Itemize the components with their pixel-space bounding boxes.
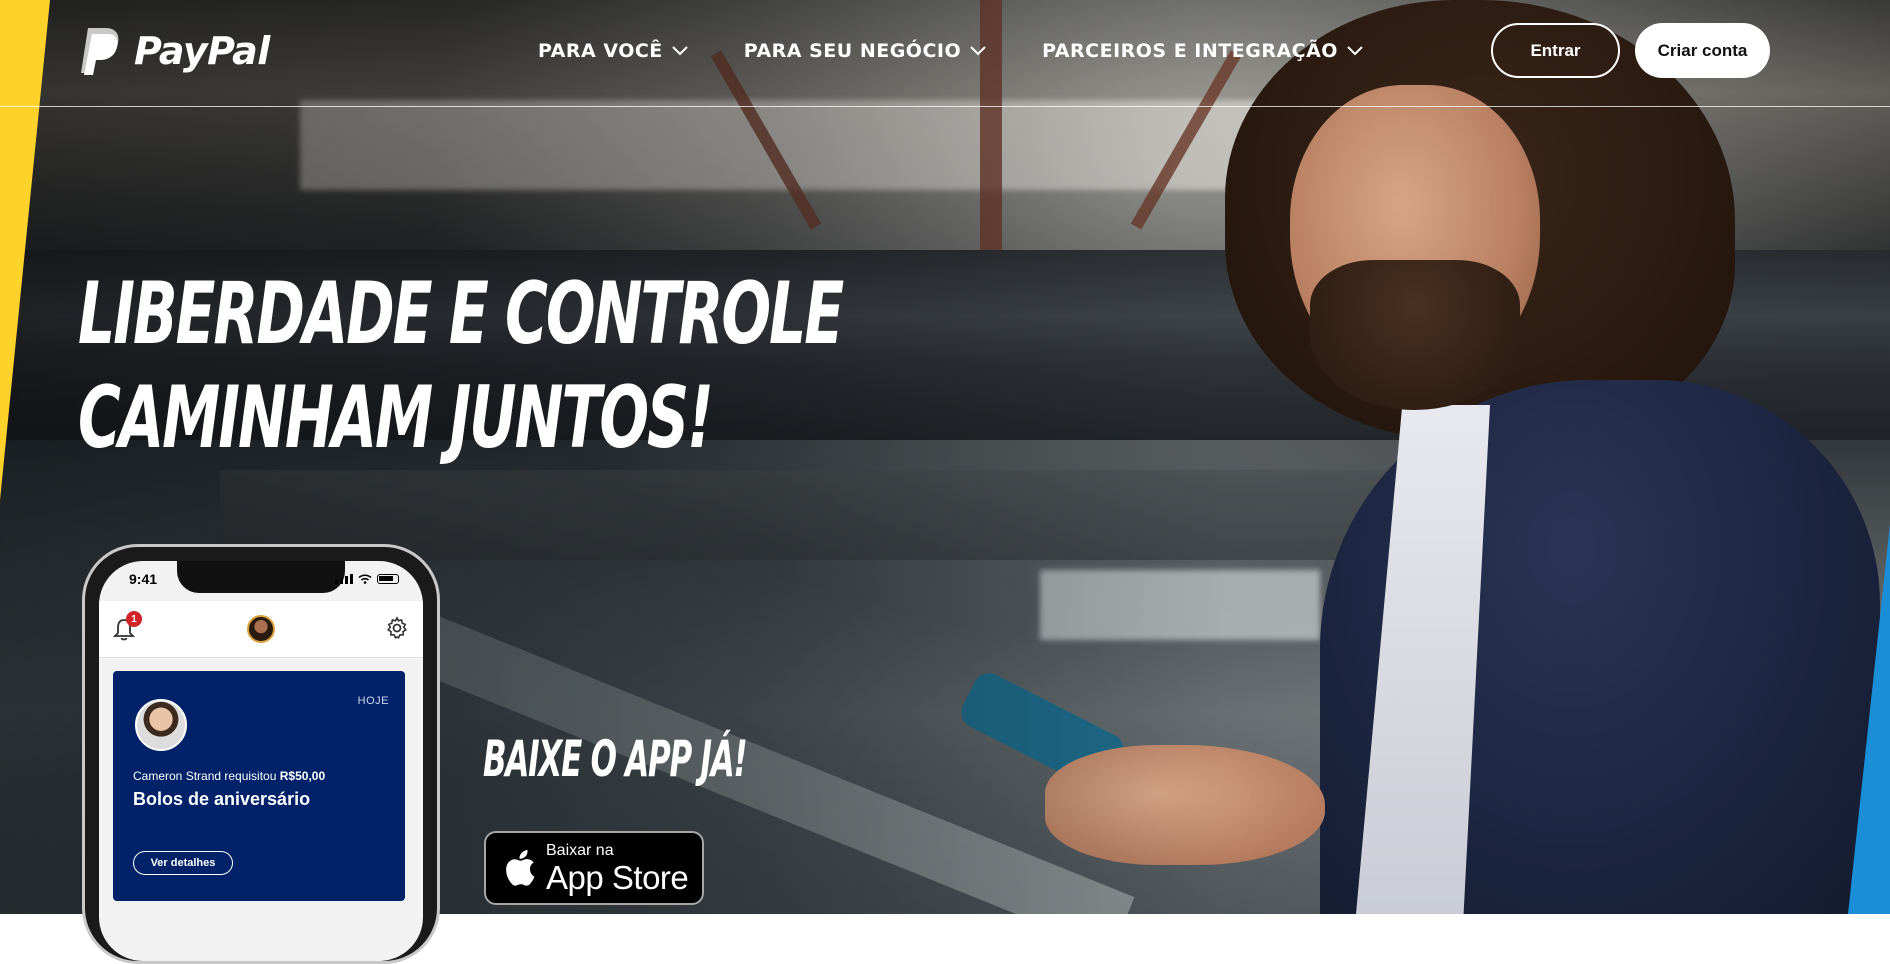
card-date: HOJE — [357, 695, 389, 707]
apple-icon — [506, 850, 535, 886]
status-time: 9:41 — [129, 571, 158, 587]
download-app-label: BAIXE O APP JÁ! — [483, 730, 748, 788]
nav-item-para-voce[interactable]: PARA VOCÊ — [538, 40, 689, 62]
app-store-big-text: App Store — [546, 858, 689, 896]
signal-icon — [335, 574, 353, 584]
gear-icon[interactable] — [385, 616, 409, 640]
requester-avatar — [135, 699, 187, 751]
headline-line-1: LIBERDADE E CONTROLE — [78, 264, 844, 364]
avatar[interactable] — [247, 615, 275, 643]
notification-badge: 1 — [126, 611, 142, 627]
app-store-button[interactable]: Baixar na App Store — [484, 831, 704, 905]
headline-line-2: CAMINHAM JUNTOS! — [78, 368, 714, 468]
app-store-small-text: Baixar na — [546, 841, 614, 859]
nav-item-parceiros[interactable]: PARCEIROS E INTEGRAÇÃO — [1042, 40, 1364, 62]
app-top-bar: 1 — [99, 601, 423, 658]
nav-item-label: PARCEIROS E INTEGRAÇÃO — [1042, 40, 1338, 62]
phone-notch — [177, 561, 345, 593]
battery-icon — [377, 574, 399, 584]
phone-screen: 9:41 1 HOJE Cameron Strand requisitou R$… — [99, 561, 423, 961]
hero-headline: LIBERDADE E CONTROLE CAMINHAM JUNTOS! — [78, 262, 844, 470]
paypal-logo[interactable]: PayPal — [78, 26, 270, 76]
request-amount: R$50,00 — [279, 769, 326, 783]
status-icons — [335, 574, 399, 584]
nav-item-label: PARA VOCÊ — [538, 40, 663, 62]
chevron-down-icon — [1347, 46, 1363, 56]
login-button[interactable]: Entrar — [1491, 23, 1620, 78]
nav-item-para-seu-negocio[interactable]: PARA SEU NEGÓCIO — [744, 40, 987, 62]
phone-mockup: 9:41 1 HOJE Cameron Strand requisitou R$… — [82, 544, 440, 964]
chevron-down-icon — [672, 46, 688, 56]
logo-wordmark: PayPal — [134, 29, 270, 73]
wifi-icon — [358, 574, 372, 584]
site-header: PayPal PARA VOCÊ PARA SEU NEGÓCIO PARCEI… — [0, 0, 1890, 107]
app-store-text: Baixar na App Store — [546, 841, 689, 896]
request-sender: Cameron Strand requisitou — [133, 769, 277, 783]
payment-request-card[interactable]: HOJE Cameron Strand requisitou R$50,00 B… — [113, 671, 405, 901]
request-title: Bolos de aniversário — [133, 789, 311, 809]
request-text: Cameron Strand requisitou R$50,00 — [133, 769, 325, 783]
chevron-down-icon — [970, 46, 986, 56]
nav-item-label: PARA SEU NEGÓCIO — [743, 40, 962, 62]
view-details-button[interactable]: Ver detalhes — [133, 851, 233, 875]
main-nav: PARA VOCÊ PARA SEU NEGÓCIO PARCEIROS E I… — [538, 40, 1419, 62]
signup-button[interactable]: Criar conta — [1635, 23, 1770, 78]
paypal-logo-icon — [81, 28, 119, 75]
